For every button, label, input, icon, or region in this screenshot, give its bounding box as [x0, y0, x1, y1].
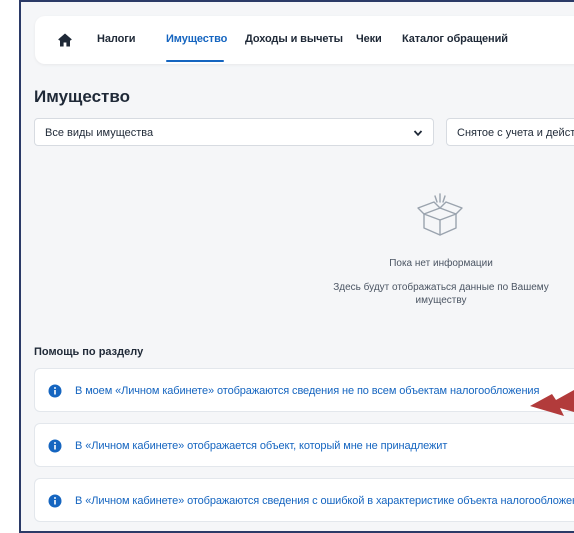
empty-state-title: Пока нет информации: [389, 258, 493, 269]
help-item[interactable]: В моем «Личном кабинете» отображаются св…: [34, 368, 574, 412]
top-navigation: Налоги Имущество Доходы и вычеты Чеки Ка…: [35, 16, 574, 64]
home-icon[interactable]: [57, 32, 73, 48]
chevron-down-icon: [413, 130, 423, 137]
page-title: Имущество: [34, 87, 130, 106]
status-value: Снятое с учета и действующее: [457, 127, 574, 139]
empty-state-description: Здесь будут отображаться данные по Вашем…: [333, 282, 549, 306]
info-icon: [48, 494, 62, 508]
help-section-title: Помощь по разделу: [34, 346, 144, 358]
help-item-link[interactable]: В моем «Личном кабинете» отображаются св…: [75, 385, 539, 397]
status-select[interactable]: Снятое с учета и действующее: [446, 118, 574, 146]
empty-box-icon: [417, 193, 463, 236]
info-icon: [48, 384, 62, 398]
help-item[interactable]: В «Личном кабинете» отображаются сведени…: [34, 478, 574, 522]
active-tab-indicator: [166, 60, 224, 62]
nav-tab-receipts[interactable]: Чеки: [356, 33, 382, 45]
nav-tab-income-deductions[interactable]: Доходы и вычеты: [245, 33, 343, 45]
help-item-link[interactable]: В «Личном кабинете» отображаются сведени…: [75, 495, 574, 507]
info-icon: [48, 439, 62, 453]
nav-tab-requests-catalog[interactable]: Каталог обращений: [402, 33, 508, 45]
nav-tab-taxes[interactable]: Налоги: [97, 33, 135, 45]
nav-tab-property[interactable]: Имущество: [166, 33, 227, 45]
page: Налоги Имущество Доходы и вычеты Чеки Ка…: [21, 2, 574, 531]
property-type-select[interactable]: Все виды имущества: [34, 118, 434, 146]
help-item-link[interactable]: В «Личном кабинете» отображается объект,…: [75, 440, 447, 452]
annotation-arrow-icon: [530, 390, 574, 416]
property-type-value: Все виды имущества: [45, 127, 154, 139]
help-item[interactable]: В «Личном кабинете» отображается объект,…: [34, 423, 574, 467]
